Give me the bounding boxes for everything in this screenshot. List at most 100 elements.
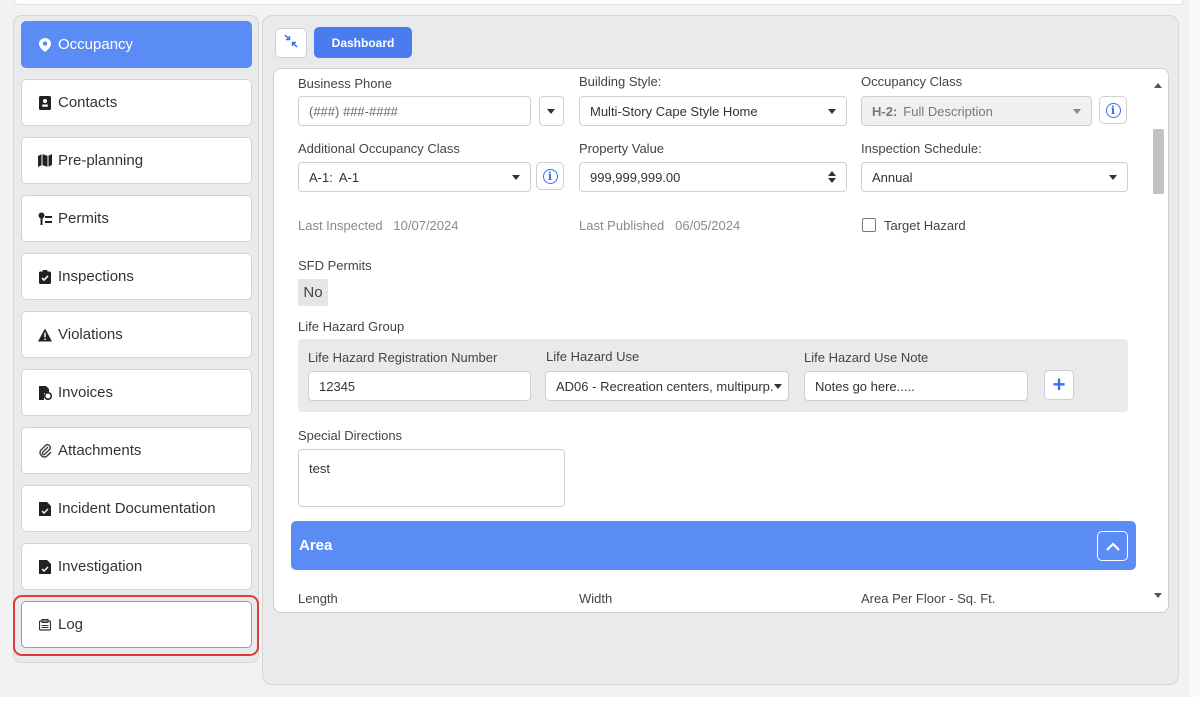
life-hazard-registration-label: Life Hazard Registration Number (308, 350, 498, 365)
sidebar: Occupancy Contacts Pre-planning Permits … (13, 15, 259, 663)
sfd-permits-label: SFD Permits (298, 258, 372, 273)
sidebar-item-occupancy[interactable]: Occupancy (21, 21, 252, 68)
life-hazard-use-note-input[interactable]: Notes go here..... (804, 371, 1028, 401)
occupancy-class-code: H-2: (872, 103, 898, 119)
log-icon (38, 618, 52, 632)
property-value-text: 999,999,999.00 (590, 169, 681, 185)
sidebar-item-inspections[interactable]: Inspections (21, 253, 252, 300)
sidebar-item-incident-documentation[interactable]: Incident Documentation (21, 485, 252, 532)
occupancy-class-value: Full Description (903, 103, 993, 119)
building-style-label: Building Style: (579, 74, 662, 89)
top-strip (14, 0, 1184, 5)
sidebar-item-label: Contacts (58, 94, 118, 111)
sidebar-item-label: Inspections (58, 268, 134, 285)
sidebar-item-pre-planning[interactable]: Pre-planning (21, 137, 252, 184)
area-per-floor-label: Area Per Floor - Sq. Ft. (861, 591, 996, 606)
sidebar-item-label: Incident Documentation (58, 500, 216, 517)
area-collapse-button[interactable] (1097, 531, 1128, 561)
special-directions-textarea[interactable]: test (298, 449, 565, 507)
number-spinner-icon[interactable] (828, 171, 836, 183)
phone-type-dropdown[interactable] (539, 96, 564, 126)
sidebar-item-label: Invoices (58, 384, 114, 401)
form-scrollbar[interactable] (1148, 69, 1168, 612)
inspection-schedule-label: Inspection Schedule: (861, 141, 982, 156)
contact-card-icon (38, 95, 52, 110)
map-icon (38, 154, 52, 168)
warning-icon (38, 327, 52, 342)
inspection-schedule-select[interactable]: Annual (861, 162, 1128, 192)
sidebar-item-invoices[interactable]: Invoices (21, 369, 252, 416)
life-hazard-registration-input[interactable]: 12345 (308, 371, 531, 401)
invoice-icon (38, 385, 52, 400)
life-hazard-use-value: AD06 - Recreation centers, multipurp... (556, 378, 774, 394)
occupancy-class-info-button[interactable]: i (1099, 96, 1127, 124)
sidebar-item-label: Pre-planning (58, 152, 144, 169)
chevron-up-icon (1105, 538, 1120, 555)
plus-icon: + (1052, 372, 1066, 397)
area-section-header[interactable]: Area (291, 521, 1136, 570)
business-phone-input[interactable]: (###) ###-#### (298, 96, 531, 126)
collapse-icon (284, 33, 298, 53)
dashboard-button[interactable]: Dashboard (314, 27, 412, 58)
scroll-up-icon[interactable] (1154, 83, 1162, 88)
sidebar-item-violations[interactable]: Violations (21, 311, 252, 358)
length-label: Length (298, 591, 338, 606)
life-hazard-group-box: Life Hazard Registration Number 12345 Li… (298, 339, 1128, 412)
page-scrollbar[interactable] (1190, 0, 1200, 697)
sidebar-item-label: Investigation (58, 558, 143, 575)
life-hazard-use-select[interactable]: AD06 - Recreation centers, multipurp... (545, 371, 789, 401)
life-hazard-use-note-label: Life Hazard Use Note (804, 350, 929, 365)
width-label: Width (579, 591, 613, 606)
sidebar-item-investigation[interactable]: Investigation (21, 543, 252, 590)
last-published: Last Published 06/05/2024 (579, 218, 740, 233)
main-panel: Dashboard Business Phone (###) ###-#### … (262, 15, 1179, 685)
sidebar-item-label: Attachments (58, 442, 142, 459)
bottom-strip (0, 697, 1200, 711)
business-phone-label: Business Phone (298, 76, 392, 91)
sidebar-item-label: Occupancy (58, 36, 134, 53)
additional-occupancy-class-label: Additional Occupancy Class (298, 141, 460, 156)
info-icon: i (1105, 102, 1121, 118)
document-icon (38, 559, 52, 574)
scroll-down-icon[interactable] (1154, 593, 1162, 598)
additional-occupancy-class-value: A-1 (338, 169, 360, 185)
life-hazard-use-label: Life Hazard Use (546, 349, 640, 364)
additional-occupancy-class-select[interactable]: A-1: A-1 (298, 162, 531, 192)
area-title: Area (299, 537, 333, 554)
collapse-button[interactable] (275, 28, 307, 58)
sidebar-item-label: Permits (58, 210, 109, 227)
occupancy-class-label: Occupancy Class (861, 74, 963, 89)
occupancy-class-select[interactable]: H-2: Full Description (861, 96, 1092, 126)
sidebar-item-permits[interactable]: Permits (21, 195, 252, 242)
occupancy-form: Business Phone (###) ###-#### Building S… (273, 68, 1169, 613)
additional-occupancy-info-button[interactable]: i (536, 162, 564, 190)
target-hazard-checkbox[interactable] (862, 218, 876, 232)
last-published-label: Last Published (579, 218, 665, 233)
sidebar-item-contacts[interactable]: Contacts (21, 79, 252, 126)
clipboard-check-icon (38, 269, 52, 284)
sfd-permits-value: No (298, 279, 328, 306)
special-directions-label: Special Directions (298, 428, 403, 443)
building-style-value: Multi-Story Cape Style Home (590, 103, 758, 119)
scroll-thumb[interactable] (1153, 129, 1164, 194)
document-icon (38, 501, 52, 516)
last-published-value: 06/05/2024 (675, 218, 741, 233)
property-value-input[interactable]: 999,999,999.00 (579, 162, 847, 192)
add-life-hazard-button[interactable]: + (1044, 370, 1074, 400)
info-icon: i (542, 168, 558, 184)
property-value-label: Property Value (579, 141, 665, 156)
permit-icon (38, 212, 52, 226)
sidebar-item-attachments[interactable]: Attachments (21, 427, 252, 474)
last-inspected-value: 10/07/2024 (393, 218, 459, 233)
sidebar-item-label: Violations (58, 326, 123, 343)
sidebar-item-label: Log (58, 616, 84, 633)
map-pin-icon (38, 37, 52, 52)
last-inspected-label: Last Inspected (298, 218, 383, 233)
inspection-schedule-value: Annual (872, 169, 913, 185)
building-style-select[interactable]: Multi-Story Cape Style Home (579, 96, 847, 126)
paperclip-icon (38, 443, 52, 458)
life-hazard-group-label: Life Hazard Group (298, 319, 405, 334)
sidebar-item-log[interactable]: Log (21, 601, 252, 648)
additional-occupancy-class-code: A-1: (309, 169, 333, 185)
target-hazard-label: Target Hazard (884, 218, 966, 233)
